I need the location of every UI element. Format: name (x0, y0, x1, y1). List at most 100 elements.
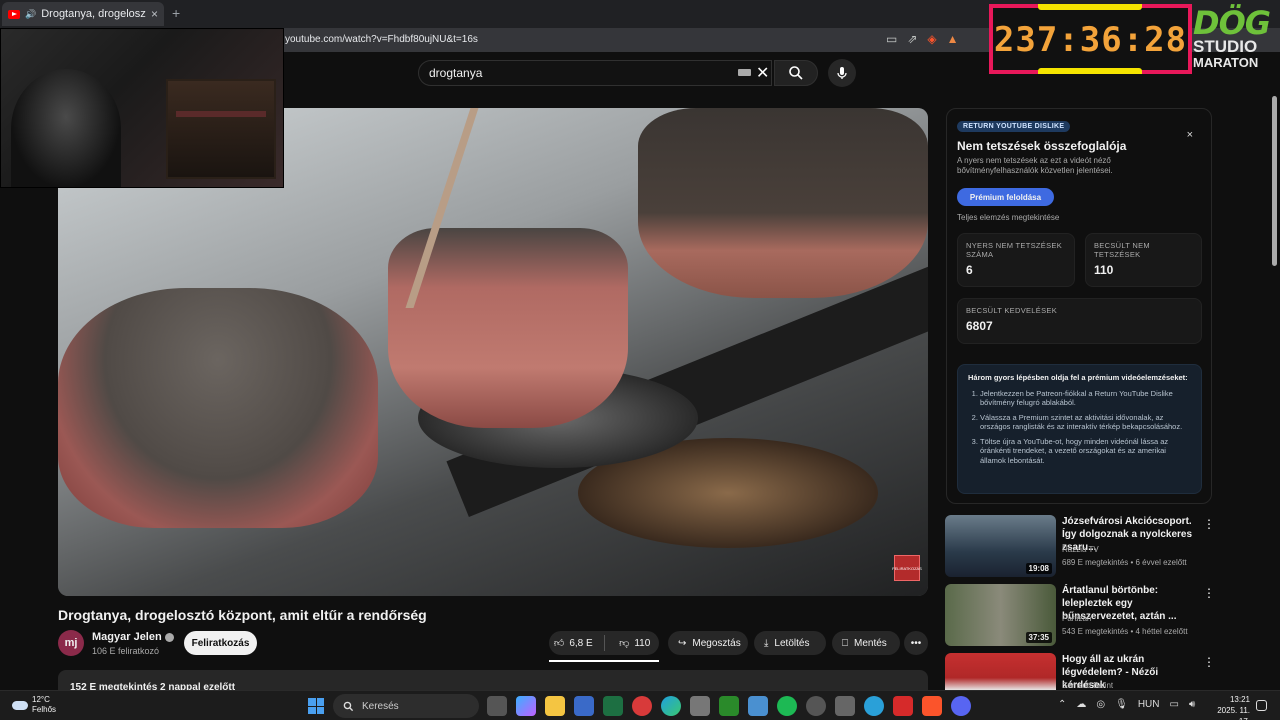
spotify-icon[interactable] (777, 696, 797, 716)
share-page-icon[interactable]: ⇗ (907, 32, 917, 46)
webcam-overlay (0, 28, 284, 188)
xbox-icon[interactable] (719, 696, 739, 716)
calculator-icon[interactable] (835, 696, 855, 716)
weather-widget[interactable]: 12°C Felhős (12, 695, 56, 715)
volume-icon[interactable]: 🔊︎ (1189, 699, 1195, 710)
system-clock[interactable]: 13:21 2025. 11. 17. (1204, 694, 1250, 720)
discord-icon[interactable] (951, 696, 971, 716)
premium-unlock-button[interactable]: Prémium feloldása (957, 188, 1054, 206)
recommended-channel[interactable]: Razzia TV (1062, 545, 1099, 554)
dislike-summary-panel: RETURN YOUTUBE DISLIKE × Nem tetszések ö… (946, 108, 1212, 504)
thumbs-down-icon: 👎︎ (619, 638, 630, 649)
dislike-button[interactable]: 👎︎ 110 (610, 631, 659, 655)
rewards-icon[interactable]: ▲ (947, 32, 959, 46)
taskbar-search-label: Keresés (362, 700, 399, 712)
webcam-shelf (166, 79, 276, 179)
microphone-icon (837, 67, 847, 79)
like-dislike-group: 👍︎ 6,8 E 👎︎ 110 (549, 631, 659, 655)
more-actions-button[interactable]: ••• (904, 631, 928, 655)
steps-list: Jelentkezzen be Patreon-fiókkal a Return… (968, 389, 1191, 466)
edge-icon[interactable] (661, 696, 681, 716)
search-icon (343, 701, 354, 711)
channel-name-text: Magyar Jelen (92, 631, 162, 643)
github-icon[interactable] (806, 696, 826, 716)
logo-text: DÖG (1193, 4, 1271, 42)
url-field[interactable]: youtube.com/watch?v=Fhdbf80ujNU&t=16s (285, 34, 478, 45)
brave-shield-icon[interactable]: ◈ (927, 32, 936, 46)
app-icon[interactable] (893, 696, 913, 716)
weather-condition: Felhős (32, 705, 57, 714)
video-thumbnail[interactable] (945, 653, 1056, 690)
panel-close-button[interactable]: × (1187, 129, 1193, 141)
network-icon[interactable]: ◎ (1096, 699, 1105, 710)
monitor-icon[interactable]: ▭ (1170, 699, 1179, 710)
tab-close-button[interactable]: × (151, 7, 158, 21)
settings-gear-icon[interactable] (690, 696, 710, 716)
microphone-icon[interactable]: 🎙︎ (1115, 699, 1128, 710)
voice-search-button[interactable] (828, 59, 856, 87)
keyboard-icon[interactable] (738, 69, 751, 76)
windows-logo-icon (316, 706, 324, 714)
language-indicator[interactable]: HUN (1138, 699, 1160, 710)
video-title: Drogtanya, drogelosztó központ, amit elt… (58, 607, 427, 623)
recommended-meta: 543 E megtekintés • 4 héttel ezelőtt (1062, 627, 1188, 636)
timer-accent-bar (1038, 4, 1142, 10)
recommended-meta: 689 E megtekintés • 6 évvel ezelőtt (1062, 558, 1187, 567)
file-explorer-icon[interactable] (545, 696, 565, 716)
full-analysis-link[interactable]: Teljes elemzés megtekintése (957, 213, 1059, 222)
task-view-icon[interactable] (487, 696, 507, 716)
kebab-menu-icon[interactable]: ⋮ (1203, 655, 1215, 669)
notification-bell-icon[interactable] (1256, 700, 1267, 711)
notepad-icon[interactable] (748, 696, 768, 716)
opera-icon[interactable] (632, 696, 652, 716)
brave-browser-icon[interactable] (922, 696, 942, 716)
stat-estimated-dislikes: BECSÜLT NEM TETSZÉSEK 110 (1085, 233, 1202, 287)
kebab-menu-icon[interactable]: ⋮ (1203, 517, 1215, 531)
excel-icon[interactable] (603, 696, 623, 716)
copilot-icon[interactable] (516, 696, 536, 716)
windows-taskbar: 12°C Felhős Keresés ⌃ ☁ ◎ 🎙︎ HUN ▭ 🔊︎ 13… (0, 690, 1280, 720)
video-plant-pot (638, 108, 928, 298)
like-button[interactable]: 👍︎ 6,8 E (549, 631, 598, 655)
channel-name[interactable]: Magyar Jelen (92, 631, 174, 643)
video-thumbnail[interactable]: 19:08 (945, 515, 1056, 577)
onedrive-icon[interactable]: ☁ (1076, 699, 1086, 710)
recommended-channel[interactable]: Somkuti Bálint (1062, 681, 1113, 690)
speaker-icon: 🔊 (25, 8, 37, 19)
recommended-channel[interactable]: Partizán (1062, 614, 1091, 623)
stat-value: 6 (966, 263, 973, 277)
download-button[interactable]: ⤓ Letöltés (754, 631, 826, 655)
recommended-video[interactable]: Hogy áll az ukrán légvédelem? - Nézői ké… (945, 653, 1215, 690)
bookmark-icon: ⎕ (842, 637, 848, 649)
steps-heading: Három gyors lépésben oldja fel a prémium… (968, 373, 1188, 382)
save-button[interactable]: ⎕ Mentés (832, 631, 900, 655)
kebab-menu-icon[interactable]: ⋮ (1203, 586, 1215, 600)
recommended-video[interactable]: 19:08 Józsefvárosi Akciócsoport. Így dol… (945, 515, 1215, 577)
cast-icon[interactable]: ▭ (886, 32, 897, 46)
subscribe-watermark[interactable]: FELIRATKOZÁS (892, 555, 922, 581)
new-tab-button[interactable]: + (172, 5, 180, 21)
search-input-value: drogtanya (429, 66, 483, 80)
channel-avatar[interactable]: mj (58, 630, 84, 656)
search-input[interactable]: drogtanya (418, 60, 772, 86)
chevron-up-icon[interactable]: ⌃ (1058, 699, 1066, 710)
search-button[interactable] (774, 60, 818, 86)
extension-badge: RETURN YOUTUBE DISLIKE (957, 121, 1071, 132)
timer-digits: 237:36:28 (993, 20, 1188, 60)
store-icon[interactable] (574, 696, 594, 716)
cloud-icon (12, 700, 28, 710)
video-plant-pot (58, 288, 378, 528)
browser-tab[interactable]: 🔊 Drogtanya, drogelosztó közp × (2, 2, 164, 26)
subscribe-button[interactable]: Feliratkozás (184, 631, 257, 655)
search-clear-button[interactable]: ✕ (756, 63, 769, 83)
share-button[interactable]: ↪ Megosztás (668, 631, 748, 655)
page-scrollbar[interactable] (1272, 96, 1277, 266)
taskbar-search[interactable]: Keresés (333, 694, 479, 718)
stat-raw-dislikes: NYERS NEM TETSZÉSEK SZÁMA 6 (957, 233, 1075, 287)
recommended-video[interactable]: 37:35 Ártatlanul börtönbe: lelepleztek e… (945, 584, 1215, 646)
timer-accent-bar (1038, 68, 1142, 74)
telegram-icon[interactable] (864, 696, 884, 716)
save-label: Mentés (854, 637, 887, 649)
start-button[interactable] (308, 698, 324, 714)
video-thumbnail[interactable]: 37:35 (945, 584, 1056, 646)
